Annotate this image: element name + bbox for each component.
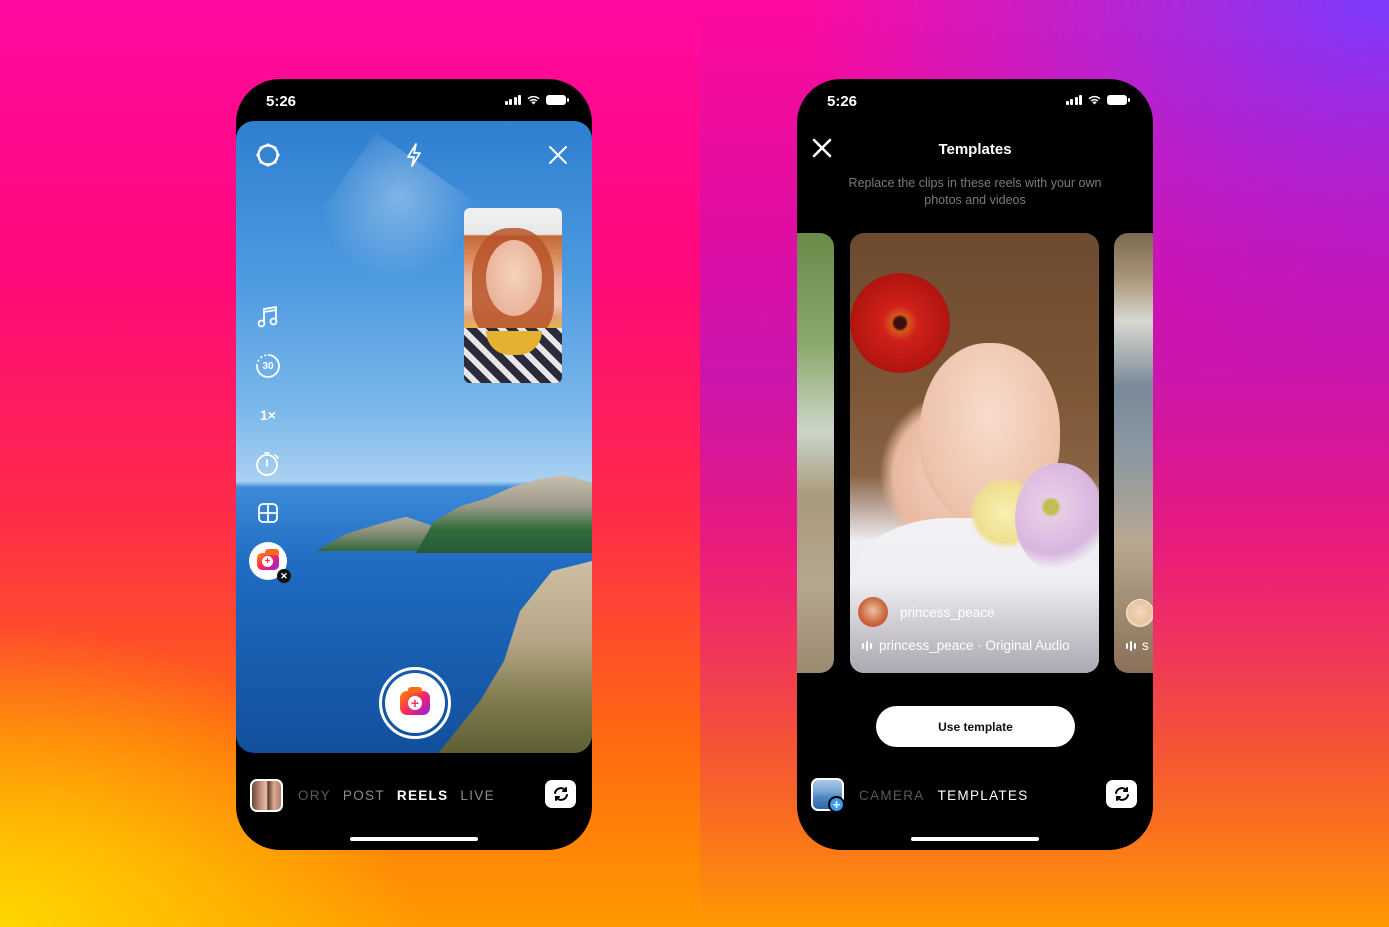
flip-camera-icon[interactable] (1106, 780, 1137, 808)
audio-label: s (1142, 638, 1149, 653)
gallery-thumbnail[interactable] (250, 779, 283, 812)
status-time: 5:26 (827, 93, 858, 110)
avatar (1126, 599, 1153, 627)
record-button[interactable]: + (379, 667, 451, 739)
side-toolbar: 30 1× (250, 299, 286, 544)
template-card-next[interactable]: s (1114, 233, 1153, 673)
creator-username[interactable]: princess_peace (900, 605, 995, 620)
template-card-previous[interactable] (797, 233, 834, 673)
tab-story[interactable]: ORY (298, 788, 331, 803)
audio-row: s (1126, 638, 1149, 653)
template-card[interactable]: princess_peace princess_peace · Original… (850, 233, 1099, 673)
audio-row[interactable]: princess_peace · Original Audio (862, 638, 1070, 653)
speed-icon[interactable]: 1× (250, 397, 286, 433)
length-label: 30 (262, 360, 274, 372)
red-flower (850, 273, 950, 373)
avatar[interactable] (858, 597, 888, 627)
island-near (416, 475, 592, 553)
pink-flowers (1015, 463, 1099, 573)
mode-bar: ORY POST REELS LIVE (236, 769, 592, 823)
tab-post[interactable]: POST (343, 788, 385, 803)
speed-label: 1× (260, 407, 276, 423)
creator-row[interactable]: princess_peace (858, 597, 995, 627)
stopwatch-icon[interactable] (250, 446, 286, 482)
status-bar: 5:26 (236, 79, 592, 121)
flash-icon[interactable] (400, 141, 428, 169)
status-bar: 5:26 (797, 79, 1153, 121)
tab-reels[interactable]: REELS (397, 788, 449, 803)
effects-button[interactable]: + ✕ (249, 542, 291, 583)
audio-wave-icon (1126, 640, 1136, 651)
flip-camera-icon[interactable] (545, 780, 576, 808)
timer-30-icon[interactable]: 30 (250, 348, 286, 384)
status-time: 5:26 (266, 93, 297, 110)
layout-grid-icon[interactable] (250, 495, 286, 531)
wifi-icon (1088, 95, 1101, 105)
camera-plus-icon: + (400, 687, 430, 715)
page-subtitle: Replace the clips in these reels with yo… (848, 176, 1102, 207)
mode-bar: + CAMERA TEMPLATES (797, 769, 1153, 823)
phone-reels-camera: 5:26 30 1× + ✕ + ORY POST REELS LIVE (236, 79, 592, 850)
pip-face (486, 240, 542, 316)
camera-viewfinder[interactable]: 30 1× + ✕ + (236, 121, 592, 753)
selfie-pip-preview[interactable] (464, 208, 562, 383)
add-icon[interactable]: + (828, 796, 845, 813)
home-indicator (911, 837, 1039, 841)
cellular-signal-icon (504, 94, 521, 105)
settings-gear-icon[interactable] (254, 141, 282, 169)
close-icon[interactable] (544, 141, 572, 169)
wifi-icon (527, 95, 540, 105)
mode-tabs: ORY POST REELS LIVE (298, 788, 495, 803)
use-template-button[interactable]: Use template (876, 706, 1075, 747)
cliff (432, 561, 592, 753)
mode-tabs: CAMERA TEMPLATES (859, 788, 1029, 803)
phone-templates: 5:26 Templates Replace the clips in thes… (797, 79, 1153, 850)
battery-icon (546, 94, 569, 105)
remove-effect-icon[interactable]: ✕ (277, 569, 291, 583)
music-note-icon[interactable] (250, 299, 286, 335)
audio-wave-icon (862, 640, 872, 651)
effect-camera-icon: + (257, 548, 279, 570)
page-title: Templates (938, 141, 1012, 158)
audio-label: princess_peace · Original Audio (879, 638, 1070, 653)
tab-camera[interactable]: CAMERA (859, 788, 925, 803)
tab-templates[interactable]: TEMPLATES (938, 788, 1029, 803)
home-indicator (350, 837, 478, 841)
battery-icon (1107, 94, 1130, 105)
cellular-signal-icon (1065, 94, 1082, 105)
tab-live[interactable]: LIVE (460, 788, 494, 803)
sky-cloud (301, 132, 491, 320)
